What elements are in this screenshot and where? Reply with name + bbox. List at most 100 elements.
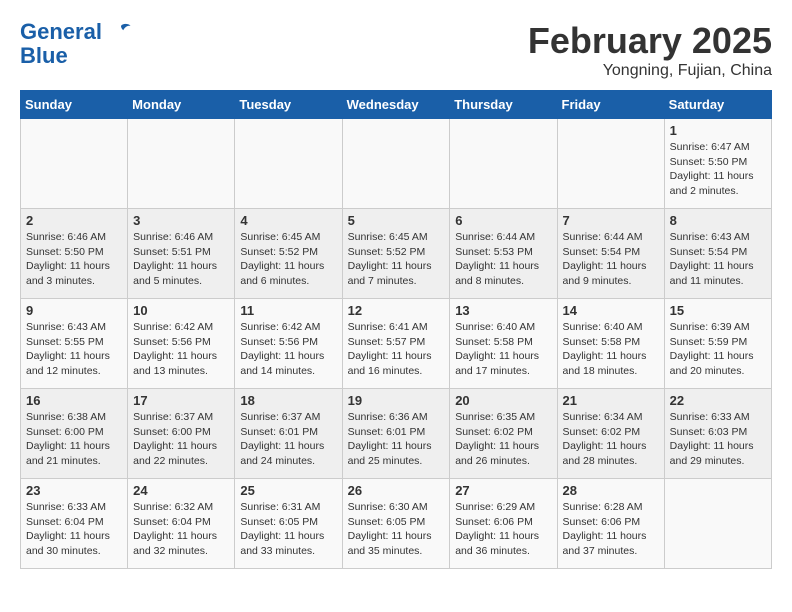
calendar-cell <box>450 119 557 209</box>
day-info: Sunrise: 6:47 AM Sunset: 5:50 PM Dayligh… <box>670 140 766 199</box>
day-info: Sunrise: 6:35 AM Sunset: 6:02 PM Dayligh… <box>455 410 551 469</box>
calendar-header-row: SundayMondayTuesdayWednesdayThursdayFrid… <box>21 91 772 119</box>
logo: General Blue <box>20 20 132 68</box>
calendar-cell: 7 Sunrise: 6:44 AM Sunset: 5:54 PM Daylig… <box>557 209 664 299</box>
day-info: Sunrise: 6:29 AM Sunset: 6:06 PM Dayligh… <box>455 500 551 559</box>
month-title: February 2025 <box>528 20 772 62</box>
calendar-cell: 2 Sunrise: 6:46 AM Sunset: 5:50 PM Daylig… <box>21 209 128 299</box>
day-number: 10 <box>133 303 229 318</box>
day-info: Sunrise: 6:30 AM Sunset: 6:05 PM Dayligh… <box>348 500 445 559</box>
calendar-cell <box>21 119 128 209</box>
calendar-week-row: 9 Sunrise: 6:43 AM Sunset: 5:55 PM Daylig… <box>21 299 772 389</box>
page-header: General Blue February 2025 Yongning, Fuj… <box>20 20 772 80</box>
calendar-body: 1 Sunrise: 6:47 AM Sunset: 5:50 PM Daylig… <box>21 119 772 569</box>
calendar-cell: 3 Sunrise: 6:46 AM Sunset: 5:51 PM Daylig… <box>128 209 235 299</box>
day-number: 11 <box>240 303 336 318</box>
day-number: 19 <box>348 393 445 408</box>
day-info: Sunrise: 6:44 AM Sunset: 5:53 PM Dayligh… <box>455 230 551 289</box>
calendar-cell: 10 Sunrise: 6:42 AM Sunset: 5:56 PM Dayli… <box>128 299 235 389</box>
day-number: 25 <box>240 483 336 498</box>
calendar-cell: 18Sunrise: 6:37 AM Sunset: 6:01 PM Dayli… <box>235 389 342 479</box>
calendar-cell: 19 Sunrise: 6:36 AM Sunset: 6:01 PM Dayli… <box>342 389 450 479</box>
day-number: 2 <box>26 213 122 228</box>
day-info: Sunrise: 6:46 AM Sunset: 5:50 PM Dayligh… <box>26 230 122 289</box>
calendar-cell: 8 Sunrise: 6:43 AM Sunset: 5:54 PM Daylig… <box>664 209 771 299</box>
calendar-cell: 23 Sunrise: 6:33 AM Sunset: 6:04 PM Dayli… <box>21 479 128 569</box>
calendar-cell: 14Sunrise: 6:40 AM Sunset: 5:58 PM Dayli… <box>557 299 664 389</box>
day-info: Sunrise: 6:37 AM Sunset: 6:00 PM Dayligh… <box>133 410 229 469</box>
calendar-cell: 13 Sunrise: 6:40 AM Sunset: 5:58 PM Dayli… <box>450 299 557 389</box>
calendar-cell: 28Sunrise: 6:28 AM Sunset: 6:06 PM Dayli… <box>557 479 664 569</box>
calendar-cell: 25 Sunrise: 6:31 AM Sunset: 6:05 PM Dayli… <box>235 479 342 569</box>
day-number: 24 <box>133 483 229 498</box>
day-info: Sunrise: 6:34 AM Sunset: 6:02 PM Dayligh… <box>563 410 659 469</box>
day-number: 9 <box>26 303 122 318</box>
day-info: Sunrise: 6:40 AM Sunset: 5:58 PM Dayligh… <box>455 320 551 379</box>
day-of-week-header: Saturday <box>664 91 771 119</box>
calendar-cell: 26 Sunrise: 6:30 AM Sunset: 6:05 PM Dayli… <box>342 479 450 569</box>
day-number: 20 <box>455 393 551 408</box>
day-info: Sunrise: 6:43 AM Sunset: 5:54 PM Dayligh… <box>670 230 766 289</box>
calendar-cell: 4 Sunrise: 6:45 AM Sunset: 5:52 PM Daylig… <box>235 209 342 299</box>
day-of-week-header: Friday <box>557 91 664 119</box>
day-number: 15 <box>670 303 766 318</box>
calendar-cell: 12 Sunrise: 6:41 AM Sunset: 5:57 PM Dayli… <box>342 299 450 389</box>
calendar-cell: 24 Sunrise: 6:32 AM Sunset: 6:04 PM Dayli… <box>128 479 235 569</box>
day-of-week-header: Thursday <box>450 91 557 119</box>
calendar-cell: 9 Sunrise: 6:43 AM Sunset: 5:55 PM Daylig… <box>21 299 128 389</box>
day-number: 5 <box>348 213 445 228</box>
location-title: Yongning, Fujian, China <box>528 62 772 80</box>
day-info: Sunrise: 6:32 AM Sunset: 6:04 PM Dayligh… <box>133 500 229 559</box>
calendar-cell: 27Sunrise: 6:29 AM Sunset: 6:06 PM Dayli… <box>450 479 557 569</box>
calendar-table: SundayMondayTuesdayWednesdayThursdayFrid… <box>20 90 772 569</box>
calendar-cell: 21 Sunrise: 6:34 AM Sunset: 6:02 PM Dayli… <box>557 389 664 479</box>
day-number: 18 <box>240 393 336 408</box>
day-info: Sunrise: 6:45 AM Sunset: 5:52 PM Dayligh… <box>240 230 336 289</box>
day-of-week-header: Wednesday <box>342 91 450 119</box>
day-number: 16 <box>26 393 122 408</box>
calendar-cell: 15Sunrise: 6:39 AM Sunset: 5:59 PM Dayli… <box>664 299 771 389</box>
day-number: 21 <box>563 393 659 408</box>
day-info: Sunrise: 6:44 AM Sunset: 5:54 PM Dayligh… <box>563 230 659 289</box>
day-number: 8 <box>670 213 766 228</box>
day-number: 17 <box>133 393 229 408</box>
day-info: Sunrise: 6:36 AM Sunset: 6:01 PM Dayligh… <box>348 410 445 469</box>
day-number: 12 <box>348 303 445 318</box>
calendar-cell: 22Sunrise: 6:33 AM Sunset: 6:03 PM Dayli… <box>664 389 771 479</box>
calendar-cell: 1 Sunrise: 6:47 AM Sunset: 5:50 PM Daylig… <box>664 119 771 209</box>
day-number: 1 <box>670 123 766 138</box>
day-of-week-header: Tuesday <box>235 91 342 119</box>
day-info: Sunrise: 6:42 AM Sunset: 5:56 PM Dayligh… <box>133 320 229 379</box>
logo-text-blue: Blue <box>20 44 132 68</box>
day-info: Sunrise: 6:46 AM Sunset: 5:51 PM Dayligh… <box>133 230 229 289</box>
day-of-week-header: Sunday <box>21 91 128 119</box>
day-of-week-header: Monday <box>128 91 235 119</box>
day-number: 23 <box>26 483 122 498</box>
day-info: Sunrise: 6:31 AM Sunset: 6:05 PM Dayligh… <box>240 500 336 559</box>
calendar-week-row: 16 Sunrise: 6:38 AM Sunset: 6:00 PM Dayli… <box>21 389 772 479</box>
calendar-cell: 16 Sunrise: 6:38 AM Sunset: 6:00 PM Dayli… <box>21 389 128 479</box>
calendar-week-row: 1 Sunrise: 6:47 AM Sunset: 5:50 PM Daylig… <box>21 119 772 209</box>
calendar-cell: 20 Sunrise: 6:35 AM Sunset: 6:02 PM Dayli… <box>450 389 557 479</box>
day-number: 7 <box>563 213 659 228</box>
day-number: 3 <box>133 213 229 228</box>
logo-text-general: General <box>20 19 102 44</box>
day-number: 4 <box>240 213 336 228</box>
calendar-cell <box>557 119 664 209</box>
calendar-cell: 6 Sunrise: 6:44 AM Sunset: 5:53 PM Daylig… <box>450 209 557 299</box>
day-number: 22 <box>670 393 766 408</box>
day-info: Sunrise: 6:33 AM Sunset: 6:04 PM Dayligh… <box>26 500 122 559</box>
day-info: Sunrise: 6:41 AM Sunset: 5:57 PM Dayligh… <box>348 320 445 379</box>
calendar-cell <box>128 119 235 209</box>
day-info: Sunrise: 6:42 AM Sunset: 5:56 PM Dayligh… <box>240 320 336 379</box>
day-number: 13 <box>455 303 551 318</box>
day-info: Sunrise: 6:43 AM Sunset: 5:55 PM Dayligh… <box>26 320 122 379</box>
day-info: Sunrise: 6:28 AM Sunset: 6:06 PM Dayligh… <box>563 500 659 559</box>
logo-bird-icon <box>110 20 132 42</box>
day-info: Sunrise: 6:45 AM Sunset: 5:52 PM Dayligh… <box>348 230 445 289</box>
calendar-cell <box>235 119 342 209</box>
day-number: 26 <box>348 483 445 498</box>
day-number: 14 <box>563 303 659 318</box>
day-info: Sunrise: 6:38 AM Sunset: 6:00 PM Dayligh… <box>26 410 122 469</box>
day-number: 6 <box>455 213 551 228</box>
